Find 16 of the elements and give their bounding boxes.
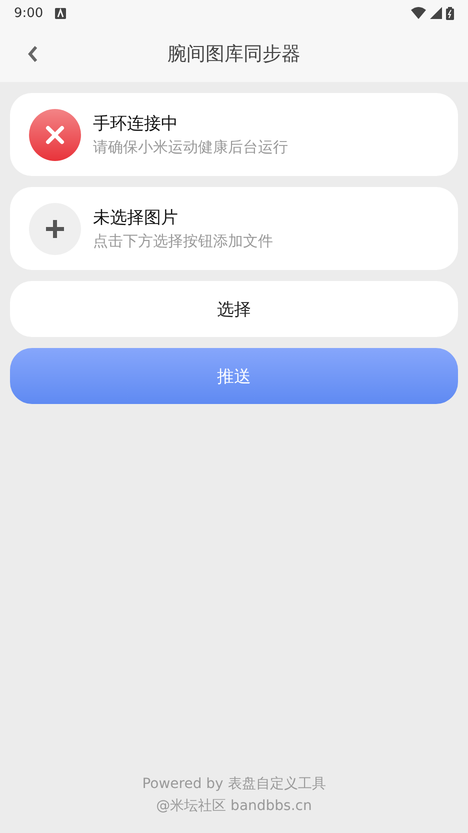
card-title: 手环连接中 (93, 113, 179, 135)
card-subtitle: 点击下方选择按钮添加文件 (93, 232, 273, 251)
back-icon[interactable] (27, 45, 39, 63)
status-time: 9:00 (14, 6, 44, 20)
wifi-icon (411, 7, 426, 19)
signal-icon (430, 7, 442, 19)
page-title: 腕间图库同步器 (168, 42, 300, 67)
battery-icon (446, 6, 454, 20)
notification-icon (55, 8, 66, 18)
card-subtitle: 请确保小米运动健康后台运行 (93, 138, 288, 157)
error-icon (29, 108, 81, 160)
plus-icon[interactable] (29, 202, 81, 254)
footer-text: @米坛社区 bandbbs.cn (156, 797, 312, 815)
footer-text: Powered by 表盘自定义工具 (142, 775, 326, 793)
card-title: 未选择图片 (93, 207, 179, 229)
select-button[interactable]: 选择 (10, 281, 458, 337)
